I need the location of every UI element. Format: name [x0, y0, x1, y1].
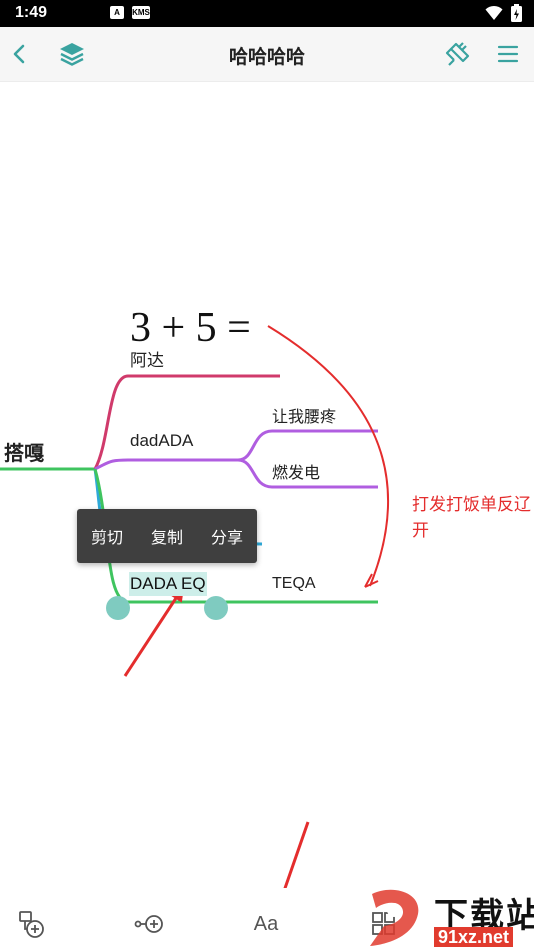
watermark-url: 91xz.net [434, 927, 514, 947]
add-subtopic-button[interactable] [15, 906, 51, 942]
status-bar: 1:49 A KMS [0, 0, 534, 27]
font-style-button[interactable]: Aa [248, 906, 284, 942]
watermark-logo-icon [370, 889, 419, 946]
paint-brush-icon [445, 42, 470, 66]
branch-node-ada[interactable]: 阿达 [130, 346, 164, 371]
root-node[interactable]: 搭嘎 [4, 437, 44, 466]
menu-button[interactable] [492, 38, 524, 70]
wifi-icon [485, 5, 503, 20]
child-node-teqa[interactable]: TEQA [272, 575, 316, 593]
share-menu-item[interactable]: 分享 [205, 524, 249, 548]
system-icons [485, 4, 522, 22]
add-subtopic-icon [19, 911, 44, 938]
copy-menu-item[interactable]: 复制 [145, 524, 189, 548]
mindmap-connectors [0, 325, 390, 888]
notification-kms-icon: KMS [132, 6, 150, 19]
cut-menu-item[interactable]: 剪切 [85, 524, 129, 548]
notification-icons: A KMS [110, 6, 150, 19]
hamburger-menu-icon [497, 45, 519, 63]
site-watermark: 下载站 91xz.net [362, 886, 534, 950]
formula-node[interactable]: 3 + 5 = [130, 304, 251, 352]
annotation-line-1: 打发打饭单反辽 [412, 495, 531, 514]
selection-handle-right[interactable] [204, 596, 228, 620]
selection-handle-left[interactable] [106, 596, 130, 620]
font-style-label: Aa [253, 913, 279, 935]
style-brush-button[interactable] [442, 38, 474, 70]
annotation-line-2: 开 [412, 521, 429, 540]
add-node-button[interactable] [132, 906, 168, 942]
child-node-ranfadian[interactable]: 燃发电 [272, 459, 320, 483]
annotation-note[interactable]: 打发打饭单反辽 开 [412, 492, 531, 544]
top-toolbar: 哈哈哈哈 [0, 27, 534, 82]
mindmap-canvas[interactable]: 搭嘎 3 + 5 = 阿达 dadADA 让我腰疼 燃发电 DADA EQ TE… [0, 82, 534, 888]
child-node-rangwoyaoteng[interactable]: 让我腰疼 [272, 403, 336, 427]
selected-node-dada-eq[interactable]: DADA EQ [129, 572, 207, 596]
branch-node-dadada[interactable]: dadADA [130, 431, 193, 451]
status-time: 1:49 [15, 4, 48, 21]
battery-icon [511, 4, 522, 22]
notification-a-icon: A [110, 6, 124, 19]
add-node-icon [134, 915, 163, 933]
text-context-menu: 剪切 复制 分享 [77, 509, 257, 563]
